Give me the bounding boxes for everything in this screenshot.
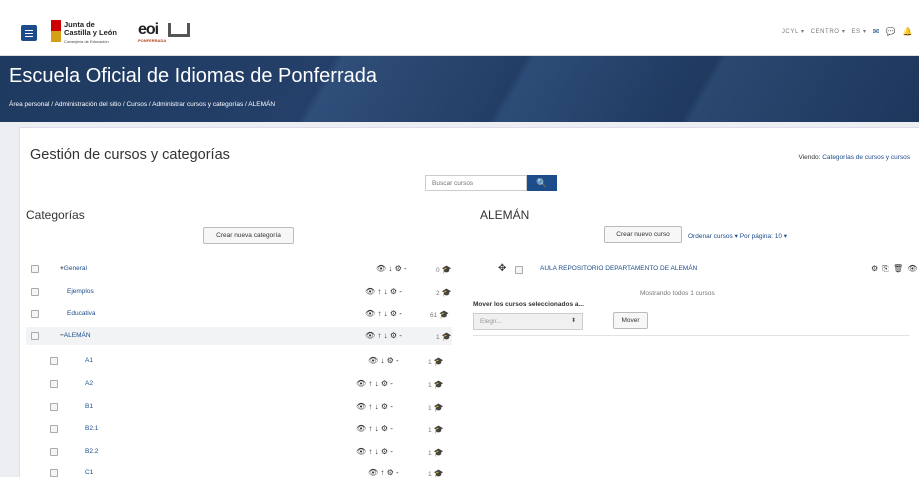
category-row-ejemplos[interactable]: Ejemplos 👁 ↑ ↓ ⚙ - 2 🎓 [26,283,452,301]
category-row-b1[interactable]: B1 👁 ↑ ↓ ⚙ - 1 🎓 [26,398,452,416]
per-page-link[interactable]: Por página: 10 [740,233,782,240]
category-checkbox[interactable] [31,265,39,273]
category-row-educativa[interactable]: Educativa 👁 ↑ ↓ ⚙ - 61 🎓 [26,305,452,323]
categories-heading: Categorías [26,208,85,222]
select-arrow-icon: ⬍ [570,318,576,324]
breadcrumb-aleman[interactable]: ALEMÁN [248,101,275,108]
coat-of-arms-icon [51,20,61,42]
graduation-cap-icon: 🎓 [441,332,452,341]
category-actions[interactable]: 👁 ↑ ↓ ⚙ - [365,309,402,318]
category-actions[interactable]: 👁 ↑ ↓ ⚙ - [356,379,393,388]
page-header: Escuela Oficial de Idiomas de Ponferrada… [0,56,919,122]
breadcrumb-cursos[interactable]: Cursos [126,101,147,108]
eoi-logo[interactable]: eoi PONFERRADA [138,21,193,46]
jcyl-logo[interactable]: Junta de Castilla y León Consejería de Ed… [51,20,126,46]
create-category-button[interactable]: Crear nueva categoría [203,227,294,244]
category-checkbox[interactable] [31,288,39,296]
bell-icon[interactable]: 🔔 [902,27,913,36]
course-actions[interactable]: ⚙ ⎘ 🗑 👁 [871,264,919,274]
courses-heading: ALEMÁN [480,208,530,222]
breadcrumb-area-personal[interactable]: Área personal [9,101,49,108]
view-mode: Viendo: Categorías de cursos y cursos [798,154,910,161]
category-actions[interactable]: 👁 ↑ ↓ ⚙ - [356,447,393,456]
category-row-a1[interactable]: A1 👁 ↓ ⚙ - 1 🎓 [26,352,452,370]
category-actions[interactable]: 👁 ↑ ⚙ - [368,468,399,477]
view-mode-select[interactable]: Categorías de cursos y cursos [822,154,910,161]
divider [473,335,910,336]
category-row-general[interactable]: +General 👁 ↓ ⚙ - 0 🎓 [26,260,452,278]
castle-icon [168,23,190,37]
move-button[interactable]: Mover [613,312,648,329]
category-checkbox[interactable] [50,380,58,388]
courses-count-text: Mostrando todos 1 cursos [640,290,715,297]
category-row-a2[interactable]: A2 👁 ↑ ↓ ⚙ - 1 🎓 [26,375,452,393]
graduation-cap-icon: 🎓 [433,403,444,412]
category-actions[interactable]: 👁 ↑ ↓ ⚙ - [356,424,393,433]
graduation-cap-icon: 🎓 [433,357,444,366]
top-navbar: Junta de Castilla y León Consejería de Ed… [0,0,919,56]
category-row-b2-1[interactable]: B2.1 👁 ↑ ↓ ⚙ - 1 🎓 [26,420,452,438]
category-row-aleman[interactable]: −ALEMÁN 👁 ↑ ↓ ⚙ - 1 🎓 [26,327,452,345]
hamburger-menu-button[interactable] [21,25,37,41]
category-row-c1[interactable]: C1 👁 ↑ ⚙ - 1 🎓 [26,464,452,477]
course-checkbox[interactable] [515,266,523,274]
category-checkbox[interactable] [50,469,58,477]
course-list-options: Ordenar cursos ▾ Por página: 10 ▾ [688,233,788,240]
breadcrumb-manage[interactable]: Administrar cursos y categorías [152,101,243,108]
category-checkbox[interactable] [50,357,58,365]
graduation-cap-icon: 🎓 [433,448,444,457]
nav-centro[interactable]: CENTRO ▾ [811,28,846,35]
move-handle-icon[interactable]: ✥ [498,263,506,274]
create-course-button[interactable]: Crear nuevo curso [604,226,682,243]
graduation-cap-icon: 🎓 [441,288,452,297]
course-row[interactable]: ✥ AULA REPOSITORIO DEPARTAMENTO DE ALEMÁ… [478,262,918,280]
graduation-cap-icon: 🎓 [433,425,444,434]
category-actions[interactable]: 👁 ↑ ↓ ⚙ - [365,331,402,340]
page-title: Gestión de cursos y categorías [30,147,230,163]
envelope-icon[interactable]: ✉ [873,27,880,36]
category-checkbox[interactable] [31,310,39,318]
category-checkbox[interactable] [50,403,58,411]
search-button[interactable]: 🔍 [527,175,557,191]
search-icon: 🔍 [536,177,548,188]
category-actions[interactable]: 👁 ↓ ⚙ - [368,356,399,365]
category-actions[interactable]: 👁 ↓ ⚙ - [376,264,407,273]
nav-language[interactable]: ES ▾ [851,28,866,35]
graduation-cap-icon: 🎓 [433,469,444,477]
breadcrumb-admin[interactable]: Administración del sitio [55,101,121,108]
move-courses-label: Mover los cursos seleccionados a... [473,301,584,308]
search-input[interactable] [425,175,527,191]
category-actions[interactable]: 👁 ↑ ↓ ⚙ - [356,402,393,411]
graduation-cap-icon: 🎓 [433,380,444,389]
category-actions[interactable]: 👁 ↑ ↓ ⚙ - [365,287,402,296]
target-category-select[interactable]: Elegir... ⬍ [473,313,583,330]
category-checkbox[interactable] [50,425,58,433]
site-title: Escuela Oficial de Idiomas de Ponferrada [9,65,377,87]
course-name-link[interactable]: AULA REPOSITORIO DEPARTAMENTO DE ALEMÁN [540,265,697,272]
nav-jcyl[interactable]: JCYL ▾ [782,28,805,35]
category-checkbox[interactable] [31,332,39,340]
breadcrumb: Área personal / Administración del sitio… [9,101,276,108]
graduation-cap-icon: 🎓 [439,310,450,319]
graduation-cap-icon: 🎓 [441,265,452,274]
course-search: 🔍 [425,175,557,191]
category-row-b2-2[interactable]: B2.2 👁 ↑ ↓ ⚙ - 1 🎓 [26,443,452,461]
user-menu: JCYL ▾ CENTRO ▾ ES ▾ ✉ 💬 🔔 [782,27,913,36]
sort-courses-link[interactable]: Ordenar cursos [688,233,733,240]
chat-icon[interactable]: 💬 [886,27,897,36]
category-checkbox[interactable] [50,448,58,456]
